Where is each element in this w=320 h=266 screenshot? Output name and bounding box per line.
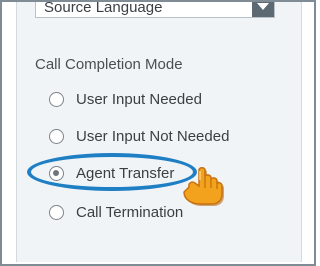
source-language-value: Source Language: [44, 0, 163, 16]
source-language-dropdown[interactable]: Source Language: [35, 0, 275, 18]
highlight-ellipse: [27, 153, 197, 191]
hand-pointer-icon: [183, 167, 224, 206]
chevron-down-icon: [257, 3, 269, 10]
radio-button[interactable]: [49, 91, 64, 107]
dropdown-toggle-button[interactable]: [252, 2, 274, 17]
radio-button[interactable]: [49, 204, 64, 220]
radio-option-user-input-not-needed[interactable]: User Input Not Needed: [49, 125, 229, 147]
radio-button[interactable]: [49, 128, 64, 144]
radio-label: User Input Not Needed: [76, 127, 230, 145]
radio-label: User Input Needed: [76, 90, 202, 108]
radio-label: Call Termination: [76, 203, 184, 221]
window-frame: Source Language Call Completion Mode Use…: [0, 0, 316, 266]
radio-option-call-termination[interactable]: Call Termination: [49, 201, 183, 223]
call-completion-mode-title: Call Completion Mode: [35, 56, 183, 73]
radio-option-user-input-needed[interactable]: User Input Needed: [49, 88, 202, 110]
